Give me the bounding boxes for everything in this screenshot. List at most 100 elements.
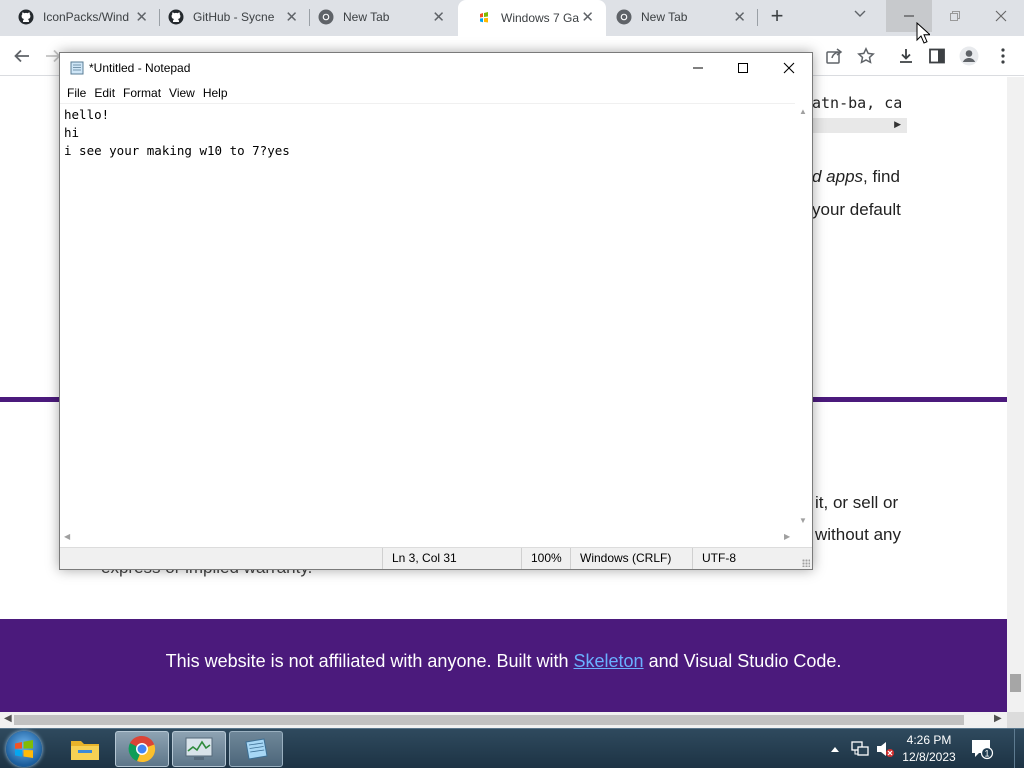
scroll-down-icon[interactable]: ▼ — [799, 516, 807, 525]
tab-close-icon[interactable]: ✕ — [432, 8, 445, 26]
bookmark-star-icon[interactable] — [855, 45, 877, 67]
chrome-icon — [318, 9, 334, 25]
menu-file[interactable]: File — [60, 83, 86, 103]
scroll-right-icon[interactable]: ▶ — [784, 532, 790, 541]
tab-close-icon[interactable]: ✕ — [733, 8, 746, 26]
profile-avatar-icon[interactable] — [958, 45, 980, 67]
tab-title: GitHub - Sycne — [193, 10, 275, 24]
tab-title: New Tab — [641, 10, 688, 24]
share-icon[interactable] — [823, 45, 845, 67]
paragraph-line: d apps, find — [812, 167, 900, 187]
notepad-vertical-scrollbar[interactable]: ▲ ▼ — [795, 103, 812, 529]
code-block-scrollbar[interactable]: ▶ — [812, 118, 907, 133]
scroll-up-icon[interactable]: ▲ — [799, 107, 807, 116]
window-title: *Untitled - Notepad — [89, 61, 191, 75]
show-hidden-icons-icon[interactable] — [830, 729, 840, 768]
new-tab-button[interactable]: + — [766, 5, 788, 29]
close-icon — [783, 62, 795, 74]
notepad-maximize-button[interactable] — [720, 53, 766, 83]
notepad-text-area[interactable]: hello! hi i see your making w10 to 7?yes — [60, 103, 795, 529]
tab-title: New Tab — [343, 10, 390, 24]
close-icon — [995, 10, 1007, 22]
download-icon[interactable] — [895, 45, 917, 67]
taskbar: 4:26 PM 12/8/2023 1 — [0, 728, 1024, 768]
taskbar-file-explorer[interactable] — [58, 731, 112, 767]
notepad-icon — [245, 738, 268, 760]
notepad-icon — [70, 61, 84, 75]
volume-muted-icon[interactable] — [875, 729, 895, 768]
emphasis-text: d apps — [812, 167, 864, 186]
chrome-icon — [616, 9, 632, 25]
mouse-cursor-icon — [916, 22, 930, 44]
tab-windows7-active[interactable]: Windows 7 Gam ✕ — [458, 0, 606, 36]
scrollbar-corner — [1007, 712, 1024, 728]
scroll-left-icon[interactable]: ◀ — [4, 713, 12, 724]
start-button[interactable] — [6, 731, 42, 767]
notepad-close-button[interactable] — [766, 53, 812, 83]
paragraph-line: without any — [815, 525, 901, 544]
tab-iconpacks[interactable]: IconPacks/Wind ✕ — [0, 0, 160, 34]
page-horizontal-scrollbar[interactable]: ◀ ▶ — [0, 712, 1007, 728]
github-icon — [168, 9, 184, 25]
browser-close-button[interactable] — [978, 0, 1024, 32]
taskbar-clock[interactable]: 4:26 PM 12/8/2023 — [898, 732, 960, 766]
task-manager-icon — [185, 737, 213, 760]
skeleton-link[interactable]: Skeleton — [574, 651, 644, 671]
text-line[interactable]: i see your making w10 to 7?yes — [64, 143, 290, 158]
resize-grip-icon[interactable] — [802, 559, 810, 567]
tab-title: Windows 7 Gam — [501, 11, 579, 25]
windows-logo-icon — [15, 740, 33, 758]
notepad-minimize-button[interactable] — [675, 53, 721, 83]
menu-view[interactable]: View — [162, 83, 195, 103]
github-icon — [18, 9, 34, 25]
code-snippet: atn-ba, ca — [812, 94, 903, 112]
scroll-right-icon[interactable]: ▶ — [994, 713, 1002, 724]
tab-github-sycnex[interactable]: GitHub - Sycne ✕ — [150, 0, 310, 34]
footer-text-after: and Visual Studio Code. — [643, 651, 842, 671]
encoding: UTF-8 — [692, 548, 736, 569]
menu-help[interactable]: Help — [196, 83, 228, 103]
action-center-button[interactable]: 1 — [970, 737, 994, 761]
menu-kebab-icon[interactable] — [992, 45, 1014, 67]
menu-edit[interactable]: Edit — [87, 83, 115, 103]
browser-restore-button[interactable] — [932, 0, 978, 32]
scroll-left-icon[interactable]: ◀ — [64, 532, 70, 541]
browser-tabstrip: IconPacks/Wind ✕ GitHub - Sycne ✕ New Ta… — [0, 0, 1024, 36]
notification-icon: 1 — [972, 740, 994, 760]
restore-icon — [950, 11, 960, 21]
cursor-position: Ln 3, Col 31 — [382, 548, 457, 569]
scroll-thumb[interactable] — [14, 715, 964, 725]
footer-text-before: This website is not affiliated with anyo… — [165, 651, 574, 671]
tab-close-icon[interactable]: ✕ — [581, 8, 594, 26]
taskbar-notepad[interactable] — [229, 731, 283, 767]
tab-new-tab-2[interactable]: New Tab ✕ — [598, 0, 758, 34]
page-vertical-scrollbar[interactable] — [1007, 77, 1024, 712]
tab-close-icon[interactable]: ✕ — [285, 8, 298, 26]
side-panel-icon[interactable] — [926, 45, 948, 67]
chrome-icon — [128, 735, 156, 763]
minimize-icon — [693, 67, 703, 69]
taskbar-task-manager[interactable] — [172, 731, 226, 767]
folder-icon — [71, 741, 99, 760]
tab-separator — [757, 9, 758, 26]
notepad-titlebar[interactable]: *Untitled - Notepad — [60, 53, 812, 83]
notepad-window: *Untitled - Notepad File Edit Format Vie… — [59, 52, 813, 570]
notepad-horizontal-scrollbar[interactable]: ◀ ▶ — [60, 529, 795, 546]
taskbar-chrome[interactable] — [115, 731, 169, 767]
scroll-thumb[interactable] — [1010, 674, 1021, 692]
back-arrow-icon[interactable] — [11, 45, 33, 67]
windows-flag-icon — [480, 12, 488, 23]
line-ending: Windows (CRLF) — [570, 548, 671, 569]
network-icon[interactable] — [850, 729, 870, 768]
show-desktop-button[interactable] — [1014, 729, 1024, 768]
tab-search-chevron-icon[interactable] — [853, 6, 867, 22]
maximize-icon — [738, 63, 748, 73]
text-line[interactable]: hi — [64, 125, 79, 140]
minimize-icon — [904, 15, 914, 17]
scroll-right-icon[interactable]: ▶ — [894, 119, 901, 130]
tab-new-tab-1[interactable]: New Tab ✕ — [300, 0, 457, 34]
tab-close-icon[interactable]: ✕ — [135, 8, 148, 26]
clock-date: 12/8/2023 — [902, 750, 956, 764]
text-line[interactable]: hello! — [64, 107, 109, 122]
menu-format[interactable]: Format — [116, 83, 161, 103]
